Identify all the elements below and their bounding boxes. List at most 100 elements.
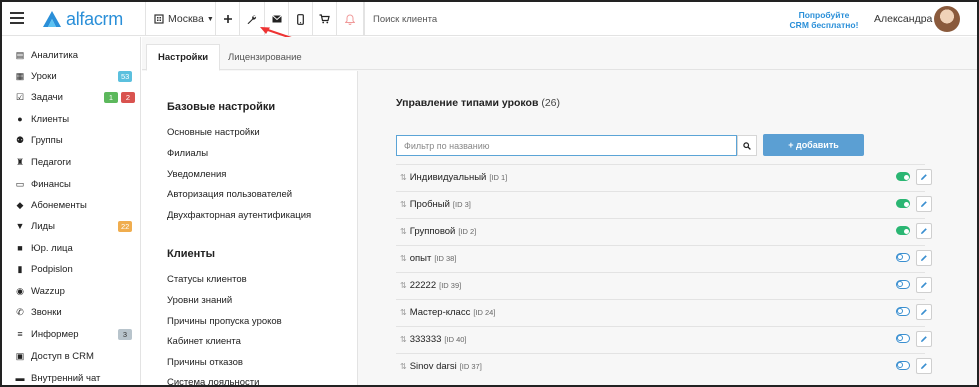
- tasks-icon: ☑: [15, 91, 25, 102]
- pencil-icon: [921, 255, 927, 261]
- hamburger-menu-icon[interactable]: [10, 12, 24, 24]
- avatar[interactable]: [934, 6, 960, 32]
- sidebar-item-label: Доступ в CRM: [31, 350, 94, 362]
- tasks-done-badge: 1: [104, 91, 118, 103]
- drag-handle-icon[interactable]: ⇅: [400, 362, 407, 371]
- add-lesson-type-button[interactable]: + добавить: [763, 134, 864, 156]
- edit-button[interactable]: [916, 169, 932, 185]
- table-row: ⇅ Мастер-класс [ID 24]: [396, 299, 932, 324]
- search-button[interactable]: [737, 135, 757, 156]
- section-title-basic: Базовые настройки: [167, 101, 276, 113]
- filter-input[interactable]: Фильтр по названию: [396, 135, 737, 156]
- try-free-link[interactable]: Попробуйте CRM бесплатно!: [786, 10, 862, 30]
- edit-button[interactable]: [916, 277, 932, 293]
- drag-handle-icon[interactable]: ⇅: [400, 308, 407, 317]
- whatsapp-icon: ◉: [16, 285, 24, 296]
- lesson-type-name: Мастер-класс: [409, 306, 471, 318]
- sidebar-item-teachers[interactable]: ♜ Педагоги: [14, 152, 136, 172]
- drag-handle-icon[interactable]: ⇅: [400, 173, 407, 182]
- sidebar-item-label: Лиды: [31, 220, 55, 232]
- settings-link-notifications[interactable]: Уведомления: [167, 169, 226, 180]
- edit-button[interactable]: [916, 331, 932, 347]
- sidebar-item-finance[interactable]: ▭ Финансы: [14, 174, 136, 194]
- toggle-switch[interactable]: [896, 307, 910, 316]
- table-row: ⇅ 22222 [ID 39]: [396, 272, 932, 297]
- bell-icon[interactable]: [336, 2, 364, 36]
- tab-bar: Настройки Лицензирование: [142, 37, 977, 71]
- sidebar-item-label: Уроки: [31, 70, 57, 82]
- page-title: Управление типами уроков (26): [396, 97, 560, 109]
- sidebar-item-label: Аналитика: [31, 49, 79, 61]
- lessons-count-badge: 53: [118, 70, 133, 82]
- drag-handle-icon[interactable]: ⇅: [400, 254, 407, 263]
- toggle-switch[interactable]: [896, 253, 910, 262]
- sidebar-item-informer[interactable]: ≡ Информер 3: [14, 324, 136, 344]
- sidebar-item-lessons[interactable]: ▦ Уроки 53: [14, 66, 136, 86]
- settings-link-client-statuses[interactable]: Статусы клиентов: [167, 274, 247, 285]
- settings-link-refusal-reasons[interactable]: Причины отказов: [167, 357, 243, 368]
- sidebar-item-tasks[interactable]: ☑ Задачи 1 2: [14, 87, 136, 107]
- plus-icon[interactable]: [215, 2, 239, 36]
- table-row: ⇅ Sinov darsi [ID 37]: [396, 353, 932, 378]
- funnel-icon: ▼: [15, 221, 25, 231]
- edit-button[interactable]: [916, 250, 932, 266]
- edit-button[interactable]: [916, 196, 932, 212]
- settings-link-loyalty[interactable]: Система лояльности: [167, 377, 259, 385]
- sidebar-item-groups[interactable]: ⚉ Группы: [14, 130, 136, 150]
- settings-link-absence-reasons[interactable]: Причины пропуска уроков: [167, 316, 282, 327]
- sidebar-item-legal-entities[interactable]: ■ Юр. лица: [14, 238, 136, 258]
- user-name[interactable]: Александра: [874, 13, 932, 25]
- table-row: ⇅ Индивидуальный [ID 1]: [396, 164, 932, 189]
- logo[interactable]: alfacrm: [42, 8, 123, 30]
- sidebar-item-analytics[interactable]: ▤ Аналитика: [14, 45, 136, 65]
- briefcase-icon: ■: [17, 243, 23, 253]
- city-selector[interactable]: Москва ▼: [145, 2, 215, 36]
- sidebar-item-wazzup[interactable]: ◉ Wazzup: [14, 281, 136, 301]
- drag-handle-icon[interactable]: ⇅: [400, 335, 407, 344]
- chevron-down-icon: ▼: [206, 15, 214, 23]
- lesson-type-name: Индивидуальный: [409, 171, 487, 183]
- sidebar-item-label: Звонки: [31, 306, 62, 318]
- sidebar-item-crm-access[interactable]: ▣ Доступ в CRM: [14, 346, 136, 366]
- lesson-type-id: [ID 3]: [452, 199, 471, 209]
- toggle-switch[interactable]: [896, 334, 910, 343]
- edit-button[interactable]: [916, 358, 932, 374]
- settings-link-2fa[interactable]: Двухфакторная аутентификация: [167, 210, 311, 221]
- edit-button[interactable]: [916, 223, 932, 239]
- edit-button[interactable]: [916, 304, 932, 320]
- logo-mark-icon: [42, 10, 62, 28]
- graduation-cap-icon: ♜: [15, 156, 25, 167]
- promo-line-2: CRM бесплатно!: [789, 20, 859, 30]
- drag-handle-icon[interactable]: ⇅: [400, 200, 407, 209]
- document-icon: ▮: [17, 263, 23, 274]
- settings-menu: Базовые настройки Основные настройки Фил…: [142, 71, 358, 385]
- settings-link-client-cabinet[interactable]: Кабинет клиента: [167, 336, 241, 347]
- drag-handle-icon[interactable]: ⇅: [400, 281, 407, 290]
- client-search-input[interactable]: Поиск клиента: [364, 2, 564, 36]
- sidebar-item-clients[interactable]: ● Клиенты: [14, 109, 136, 129]
- sidebar-item-leads[interactable]: ▼ Лиды 22: [14, 216, 136, 236]
- drag-handle-icon[interactable]: ⇅: [400, 227, 407, 236]
- sidebar: ▤ Аналитика ▦ Уроки 53 ☑ Задачи 1 2 ● Кл…: [2, 37, 141, 385]
- tab-licensing[interactable]: Лицензирование: [217, 44, 313, 71]
- toggle-switch[interactable]: [896, 199, 910, 208]
- sidebar-item-podpislon[interactable]: ▮ Podpislon: [14, 259, 136, 279]
- toggle-switch[interactable]: [896, 226, 910, 235]
- settings-link-main[interactable]: Основные настройки: [167, 127, 260, 138]
- settings-link-branches[interactable]: Филиалы: [167, 148, 208, 159]
- pencil-icon: [921, 201, 927, 207]
- sidebar-item-subscriptions[interactable]: ◆ Абонементы: [14, 195, 136, 215]
- toggle-switch[interactable]: [896, 361, 910, 370]
- toggle-switch[interactable]: [896, 280, 910, 289]
- settings-link-knowledge-levels[interactable]: Уровни знаний: [167, 295, 232, 306]
- lesson-type-id: [ID 1]: [489, 172, 508, 182]
- lesson-type-name: Sinov darsi: [409, 360, 457, 372]
- sidebar-item-internal-chat[interactable]: ▬ Внутренний чат: [14, 368, 136, 385]
- sidebar-item-calls[interactable]: ✆ Звонки: [14, 302, 136, 322]
- toggle-switch[interactable]: [896, 172, 910, 181]
- settings-link-user-auth[interactable]: Авторизация пользователей: [167, 189, 292, 200]
- tab-settings[interactable]: Настройки: [146, 44, 221, 71]
- lesson-type-id: [ID 39]: [439, 280, 462, 290]
- lesson-types-count: (26): [541, 97, 561, 109]
- sidebar-item-label: Группы: [31, 134, 63, 146]
